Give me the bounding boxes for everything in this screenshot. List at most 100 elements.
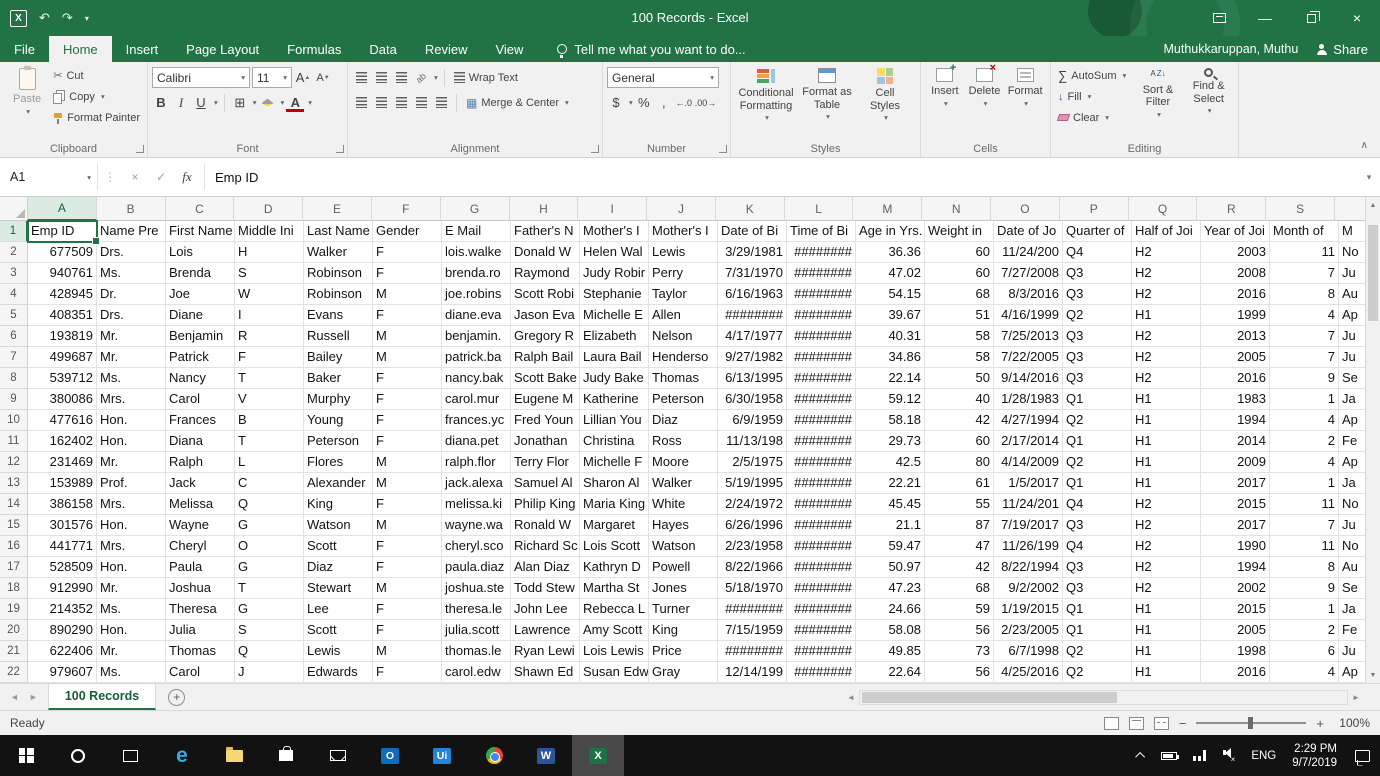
cell-J11[interactable]: Ross <box>649 431 718 452</box>
cell-Q10[interactable]: H1 <box>1132 410 1201 431</box>
cell-M13[interactable]: 22.21 <box>856 473 925 494</box>
bold-button[interactable]: B <box>152 93 170 113</box>
align-left-button[interactable] <box>352 93 370 113</box>
horizontal-scrollbar-thumb[interactable] <box>862 692 1117 703</box>
scroll-down-arrow[interactable]: ▼ <box>1366 667 1380 683</box>
cell-L7[interactable]: ######## <box>787 347 856 368</box>
cell-J5[interactable]: Allen <box>649 305 718 326</box>
cell-N19[interactable]: 59 <box>925 599 994 620</box>
row-header-6[interactable]: 6 <box>0 326 28 347</box>
cell-I14[interactable]: Maria King <box>580 494 649 515</box>
cell-C3[interactable]: Brenda <box>166 263 235 284</box>
autosum-button[interactable]: ∑ AutoSum ▾ <box>1055 65 1133 86</box>
row-header-12[interactable]: 12 <box>0 452 28 473</box>
tab-page-layout[interactable]: Page Layout <box>172 36 273 62</box>
cell-Q5[interactable]: H1 <box>1132 305 1201 326</box>
font-color-button[interactable]: A <box>286 95 305 112</box>
cell-B20[interactable]: Hon. <box>97 620 166 641</box>
cell-S20[interactable]: 2 <box>1270 620 1339 641</box>
cell-P14[interactable]: Q4 <box>1063 494 1132 515</box>
cell-H14[interactable]: Philip King <box>511 494 580 515</box>
cell-H16[interactable]: Richard Sc <box>511 536 580 557</box>
cell-R3[interactable]: 2008 <box>1201 263 1270 284</box>
cell-S19[interactable]: 1 <box>1270 599 1339 620</box>
cell-A18[interactable]: 912990 <box>28 578 97 599</box>
clock[interactable]: 2:29 PM 9/7/2019 <box>1292 742 1337 770</box>
close-button[interactable]: × <box>1334 0 1380 36</box>
cell-P8[interactable]: Q3 <box>1063 368 1132 389</box>
cell-J9[interactable]: Peterson <box>649 389 718 410</box>
cell-O13[interactable]: 1/5/2017 <box>994 473 1063 494</box>
cell-E21[interactable]: Lewis <box>304 641 373 662</box>
cell-O8[interactable]: 9/14/2016 <box>994 368 1063 389</box>
scroll-right-arrow[interactable]: ► <box>1350 693 1362 702</box>
cell-K15[interactable]: 6/26/1996 <box>718 515 787 536</box>
insert-function-button[interactable]: fx <box>174 164 200 190</box>
cell-Q1[interactable]: Half of Joi <box>1132 221 1201 242</box>
cell-I13[interactable]: Sharon Al <box>580 473 649 494</box>
cell-F11[interactable]: F <box>373 431 442 452</box>
cell-C13[interactable]: Jack <box>166 473 235 494</box>
conditional-formatting-button[interactable]: Conditional Formatting ▾ <box>735 65 797 139</box>
cell-R12[interactable]: 2009 <box>1201 452 1270 473</box>
column-header-L[interactable]: L <box>784 197 854 221</box>
cell-I22[interactable]: Susan Edw <box>580 662 649 683</box>
cell-G3[interactable]: brenda.ro <box>442 263 511 284</box>
cell-C18[interactable]: Joshua <box>166 578 235 599</box>
cell-N12[interactable]: 80 <box>925 452 994 473</box>
cell-K16[interactable]: 2/23/1958 <box>718 536 787 557</box>
tab-file[interactable]: File <box>0 36 49 62</box>
ribbon-display-options-button[interactable] <box>1196 0 1242 36</box>
cell-S13[interactable]: 1 <box>1270 473 1339 494</box>
cell-G13[interactable]: jack.alexa <box>442 473 511 494</box>
cell-D11[interactable]: T <box>235 431 304 452</box>
cell-P13[interactable]: Q1 <box>1063 473 1132 494</box>
cell-S15[interactable]: 7 <box>1270 515 1339 536</box>
cell-C17[interactable]: Paula <box>166 557 235 578</box>
cell-D2[interactable]: H <box>235 242 304 263</box>
cell-M16[interactable]: 59.47 <box>856 536 925 557</box>
cell-I11[interactable]: Christina <box>580 431 649 452</box>
cell-D8[interactable]: T <box>235 368 304 389</box>
cell-C8[interactable]: Nancy <box>166 368 235 389</box>
cell-L9[interactable]: ######## <box>787 389 856 410</box>
cell-A4[interactable]: 428945 <box>28 284 97 305</box>
cell-D16[interactable]: O <box>235 536 304 557</box>
cell-H1[interactable]: Father's N <box>511 221 580 242</box>
cell-L2[interactable]: ######## <box>787 242 856 263</box>
cell-H4[interactable]: Scott Robi <box>511 284 580 305</box>
cell-N8[interactable]: 50 <box>925 368 994 389</box>
cell-J15[interactable]: Hayes <box>649 515 718 536</box>
cell-F17[interactable]: F <box>373 557 442 578</box>
cell-O9[interactable]: 1/28/1983 <box>994 389 1063 410</box>
cell-J16[interactable]: Watson <box>649 536 718 557</box>
cell-C20[interactable]: Julia <box>166 620 235 641</box>
cell-A8[interactable]: 539712 <box>28 368 97 389</box>
cell-M6[interactable]: 40.31 <box>856 326 925 347</box>
cell-N21[interactable]: 73 <box>925 641 994 662</box>
cell-G6[interactable]: benjamin. <box>442 326 511 347</box>
column-header-N[interactable]: N <box>922 197 992 221</box>
cell-L21[interactable]: ######## <box>787 641 856 662</box>
cell-J18[interactable]: Jones <box>649 578 718 599</box>
cell-T14[interactable]: No <box>1339 494 1365 515</box>
cell-R1[interactable]: Year of Joi <box>1201 221 1270 242</box>
tab-insert[interactable]: Insert <box>112 36 173 62</box>
chrome-taskbar-button[interactable] <box>468 735 520 776</box>
cell-R16[interactable]: 1990 <box>1201 536 1270 557</box>
font-name-combo[interactable]: Calibri ▾ <box>152 67 250 88</box>
cell-I20[interactable]: Amy Scott <box>580 620 649 641</box>
cell-M10[interactable]: 58.18 <box>856 410 925 431</box>
cell-E17[interactable]: Diaz <box>304 557 373 578</box>
cell-P15[interactable]: Q3 <box>1063 515 1132 536</box>
cell-E13[interactable]: Alexander <box>304 473 373 494</box>
cell-F15[interactable]: M <box>373 515 442 536</box>
cell-Q19[interactable]: H1 <box>1132 599 1201 620</box>
cell-P3[interactable]: Q3 <box>1063 263 1132 284</box>
column-header-K[interactable]: K <box>715 197 785 221</box>
cell-A13[interactable]: 153989 <box>28 473 97 494</box>
cell-F12[interactable]: M <box>373 452 442 473</box>
cell-B10[interactable]: Hon. <box>97 410 166 431</box>
cell-Q18[interactable]: H2 <box>1132 578 1201 599</box>
cell-B18[interactable]: Mr. <box>97 578 166 599</box>
